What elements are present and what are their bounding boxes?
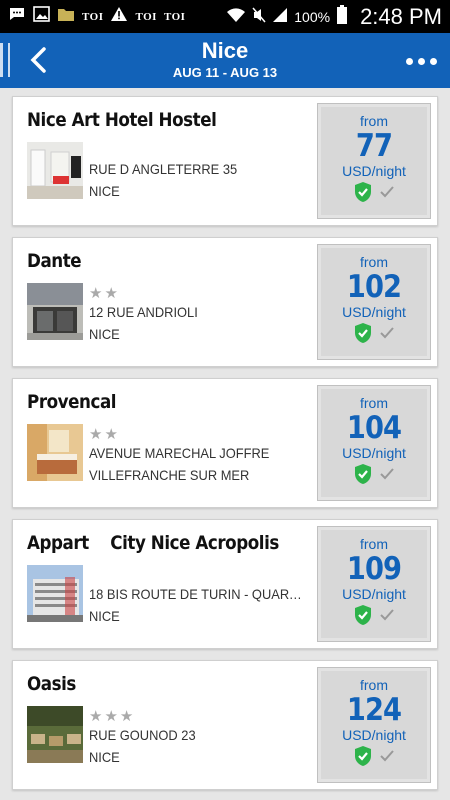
price-box: from 104 USD/night — [317, 385, 431, 501]
chevron-left-icon — [30, 47, 46, 73]
hotel-photo — [27, 706, 83, 763]
hotel-address: 12 RUE ANDRIOLI — [89, 304, 198, 320]
hotel-photo — [27, 283, 83, 340]
price-amount: 104 — [346, 410, 402, 446]
price-from-label: from — [360, 254, 388, 270]
star-rating: ★★ — [89, 285, 120, 302]
hotel-name: Dante — [27, 250, 82, 272]
price-from-label: from — [360, 395, 388, 411]
hotel-card[interactable]: Nice Art Hotel Hostel RUE D ANGLETERRE 3… — [12, 96, 438, 226]
price-unit: USD/night — [342, 727, 406, 743]
hotel-city: NICE — [89, 608, 120, 624]
warning-icon — [110, 6, 128, 27]
hotel-name: Oasis — [27, 673, 76, 695]
wifi-icon — [226, 7, 246, 26]
status-bar: TOI TOI TOI 100% 2:48 PM — [0, 0, 450, 33]
price-from-label: from — [360, 536, 388, 552]
clock: 2:48 PM — [360, 3, 442, 29]
price-box: from 77 USD/night — [317, 103, 431, 219]
star-rating: ★★ — [89, 426, 120, 443]
page-title: Nice — [201, 38, 249, 63]
hotel-city: VILLEFRANCHE SUR MER — [89, 467, 250, 483]
image-icon — [33, 6, 50, 27]
hotel-card[interactable]: Provencal ★★ AVENUE MARECHAL JOFFRE VILL… — [12, 378, 438, 508]
price-amount: 77 — [355, 128, 393, 164]
hotel-name: Provencal — [27, 391, 117, 413]
hotel-address: 18 BIS ROUTE DE TURIN - QUARTIER SA... — [89, 586, 302, 602]
check-icon — [380, 468, 394, 480]
toi-icon: TOI — [135, 10, 157, 23]
drawer-edge — [0, 43, 3, 77]
hotel-name: Nice Art Hotel Hostel — [27, 109, 217, 131]
hotel-name: Appart City Nice Acropolis — [27, 532, 279, 554]
hotel-address: RUE D ANGLETERRE 35 — [89, 161, 238, 177]
price-from-label: from — [360, 113, 388, 129]
price-box: from 124 USD/night — [317, 667, 431, 783]
shield-check-icon — [355, 746, 371, 766]
shield-check-icon — [355, 323, 371, 343]
price-unit: USD/night — [342, 163, 406, 179]
date-range: AUG 11 - AUG 13 — [172, 65, 278, 80]
price-amount: 109 — [346, 551, 402, 587]
hotel-address: RUE GOUNOD 23 — [89, 727, 196, 743]
price-amount: 102 — [346, 269, 402, 305]
hotel-photo — [27, 142, 83, 199]
check-icon — [380, 186, 394, 198]
shield-check-icon — [355, 464, 371, 484]
price-from-label: from — [360, 677, 388, 693]
hotel-city: NICE — [89, 183, 120, 199]
toi-icon: TOI — [82, 10, 104, 23]
star-rating: ★★★ — [89, 708, 136, 725]
hotel-photo — [27, 565, 83, 622]
folder-icon — [57, 6, 75, 27]
toi-icon: TOI — [163, 10, 186, 23]
hotel-photo — [27, 424, 83, 481]
shield-check-icon — [355, 182, 371, 202]
price-unit: USD/night — [342, 586, 406, 602]
app-header: Nice AUG 11 - AUG 13 — [0, 33, 450, 88]
hotel-address: AVENUE MARECHAL JOFFRE — [89, 445, 270, 461]
price-unit: USD/night — [342, 304, 406, 320]
check-icon — [380, 609, 394, 621]
message-icon — [8, 6, 26, 27]
hotel-card[interactable]: Oasis ★★★ RUE GOUNOD 23 NICE from 124 US… — [12, 660, 438, 790]
mute-icon — [252, 7, 266, 26]
back-button[interactable] — [24, 45, 54, 75]
hotel-city: NICE — [89, 326, 120, 342]
signal-icon — [272, 7, 288, 26]
price-box: from 109 USD/night — [317, 526, 431, 642]
hotel-city: NICE — [89, 749, 120, 765]
price-box: from 102 USD/night — [317, 244, 431, 360]
dot-icon — [418, 57, 425, 65]
check-icon — [380, 750, 394, 762]
price-unit: USD/night — [342, 445, 406, 461]
battery-icon — [336, 5, 348, 28]
more-options-button[interactable] — [406, 51, 442, 71]
shield-check-icon — [355, 605, 371, 625]
dot-icon — [430, 57, 437, 65]
check-icon — [380, 327, 394, 339]
hotel-card[interactable]: Dante ★★ 12 RUE ANDRIOLI NICE from 102 U… — [12, 237, 438, 367]
hotel-card[interactable]: Appart City Nice Acropolis 18 BIS ROUTE … — [12, 519, 438, 649]
price-amount: 124 — [346, 692, 402, 728]
drawer-edge — [8, 43, 10, 77]
dot-icon — [406, 57, 413, 65]
battery-percent: 100% — [294, 8, 331, 25]
